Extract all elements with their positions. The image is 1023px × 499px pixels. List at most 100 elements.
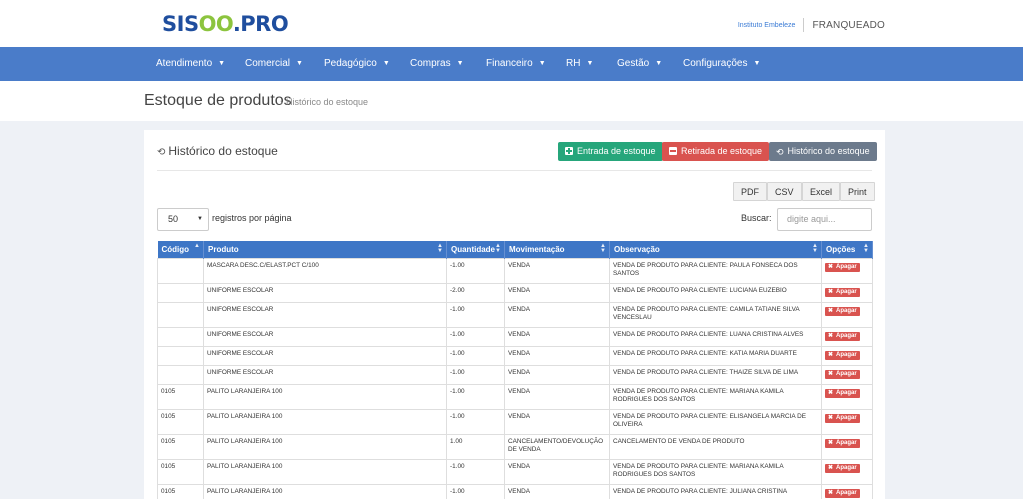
cell-movimentacao: VENDA: [504, 326, 610, 347]
history-icon: ⟲: [157, 147, 166, 158]
nav-item-configuracoes[interactable]: Configurações ▼: [683, 47, 760, 81]
sort-icon: ▲ ▼: [437, 243, 443, 254]
cell-movimentacao: VENDA: [504, 483, 610, 499]
table-row: UNIFORME ESCOLAR -2.00 VENDA VENDA DE PR…: [157, 282, 873, 303]
cell-movimentacao: VENDA: [504, 364, 610, 385]
export-excel-button[interactable]: Excel: [802, 182, 841, 201]
export-pdf-button[interactable]: PDF: [733, 182, 767, 201]
cell-movimentacao: VENDA: [504, 282, 610, 303]
delete-button[interactable]: ✖ Apagar: [825, 488, 860, 498]
cell-opcoes: ✖ Apagar: [821, 257, 873, 284]
table-row: 0105 PALITO LARANJEIRA 100 1.00 CANCELAM…: [157, 433, 873, 460]
table-row: UNIFORME ESCOLAR -1.00 VENDA VENDA DE PR…: [157, 326, 873, 347]
top-header: SISOO.PRO Instituto Embeleze FRANQUEADO: [0, 0, 1023, 47]
cell-movimentacao: VENDA: [504, 458, 610, 485]
cell-observacao: VENDA DE PRODUTO PARA CLIENTE: PAULA FON…: [609, 257, 822, 284]
stock-history-table: Código ▲ Produto ▲ ▼ Quantidade ▲ ▼ Movimenta…: [157, 241, 873, 499]
cell-produto: PALITO LARANJEIRA 100: [203, 383, 447, 410]
cell-observacao: VENDA DE PRODUTO PARA CLIENTE: MARIANA K…: [609, 383, 822, 410]
cell-quantidade: -1.00: [446, 326, 505, 347]
cell-observacao: CANCELAMENTO DE VENDA DE PRODUTO: [609, 433, 822, 460]
search-label: Buscar:: [741, 213, 772, 223]
nav-item-pedagogico[interactable]: Pedagógico ▼: [324, 47, 390, 81]
close-icon: ✖: [828, 439, 834, 446]
sort-icon: ▲: [194, 243, 200, 249]
stock-withdrawal-button[interactable]: Retirada de estoque: [662, 142, 770, 161]
nav-item-comercial[interactable]: Comercial ▼: [245, 47, 303, 81]
delete-button[interactable]: ✖ Apagar: [825, 438, 860, 448]
cell-produto: UNIFORME ESCOLAR: [203, 345, 447, 366]
history-panel: ⟲ Histórico do estoque Entrada de estoque…: [144, 130, 885, 499]
cell-codigo: [157, 257, 204, 284]
sort-icon: ▲ ▼: [863, 243, 869, 254]
table-row: 0105 PALITO LARANJEIRA 100 -1.00 VENDA V…: [157, 383, 873, 410]
cell-movimentacao: CANCELAMENTO/DEVOLUÇÃO DE VENDA: [504, 433, 610, 460]
cell-produto: PALITO LARANJEIRA 100: [203, 483, 447, 499]
cell-produto: UNIFORME ESCOLAR: [203, 326, 447, 347]
column-header-codigo[interactable]: Código ▲: [157, 241, 204, 258]
page-header: Estoque de produtos › Histórico do estoqu…: [0, 81, 1023, 121]
cell-observacao: VENDA DE PRODUTO PARA CLIENTE: CAMILA TA…: [609, 301, 822, 328]
cell-observacao: VENDA DE PRODUTO PARA CLIENTE: MARIANA K…: [609, 458, 822, 485]
delete-button[interactable]: ✖ Apagar: [825, 463, 860, 473]
cell-quantidade: 1.00: [446, 433, 505, 460]
cell-quantidade: -1.00: [446, 483, 505, 499]
column-header-opcoes[interactable]: Opções ▲ ▼: [821, 241, 873, 258]
column-header-quantidade[interactable]: Quantidade ▲ ▼: [446, 241, 505, 258]
cell-observacao: VENDA DE PRODUTO PARA CLIENTE: JULIANA C…: [609, 483, 822, 499]
cell-movimentacao: VENDA: [504, 408, 610, 435]
close-icon: ✖: [828, 489, 834, 496]
cell-quantidade: -2.00: [446, 282, 505, 303]
cell-opcoes: ✖ Apagar: [821, 408, 873, 435]
cell-opcoes: ✖ Apagar: [821, 345, 873, 366]
delete-button[interactable]: ✖ Apagar: [825, 306, 860, 316]
cell-observacao: VENDA DE PRODUTO PARA CLIENTE: LUANA CRI…: [609, 326, 822, 347]
close-icon: ✖: [828, 332, 834, 339]
search-input[interactable]: digite aqui...: [777, 208, 872, 231]
institute-link[interactable]: Instituto Embeleze: [738, 22, 796, 29]
cell-opcoes: ✖ Apagar: [821, 326, 873, 347]
delete-button[interactable]: ✖ Apagar: [825, 388, 860, 398]
cell-observacao: VENDA DE PRODUTO PARA CLIENTE: ELISANGEL…: [609, 408, 822, 435]
stock-history-button[interactable]: ⟲ Histórico do estoque: [769, 142, 877, 161]
cell-codigo: [157, 282, 204, 303]
chevron-down-icon: ▼: [382, 60, 390, 67]
page-size-select[interactable]: 50 ▼: [157, 208, 209, 231]
close-icon: ✖: [828, 263, 834, 270]
cell-quantidade: -1.00: [446, 257, 505, 284]
role-label[interactable]: FRANQUEADO: [812, 20, 885, 31]
delete-button[interactable]: ✖ Apagar: [825, 262, 860, 272]
column-header-movimentacao[interactable]: Movimentação ▲ ▼: [504, 241, 610, 258]
delete-button[interactable]: ✖ Apagar: [825, 369, 860, 379]
table-row: UNIFORME ESCOLAR -1.00 VENDA VENDA DE PR…: [157, 301, 873, 328]
main-nav: Atendimento ▼ Comercial ▼ Pedagógico ▼ Comp…: [0, 47, 1023, 81]
delete-button[interactable]: ✖ Apagar: [825, 287, 860, 297]
cell-observacao: VENDA DE PRODUTO PARA CLIENTE: KATIA MAR…: [609, 345, 822, 366]
column-header-produto[interactable]: Produto ▲ ▼: [203, 241, 447, 258]
export-csv-button[interactable]: CSV: [767, 182, 802, 201]
nav-item-gestao[interactable]: Gestão ▼: [617, 47, 662, 81]
cell-opcoes: ✖ Apagar: [821, 458, 873, 485]
cell-quantidade: -1.00: [446, 458, 505, 485]
nav-item-compras[interactable]: Compras ▼: [410, 47, 464, 81]
panel-title: ⟲ Histórico do estoque: [157, 144, 278, 158]
nav-item-atendimento[interactable]: Atendimento ▼: [156, 47, 225, 81]
cell-opcoes: ✖ Apagar: [821, 282, 873, 303]
delete-button[interactable]: ✖ Apagar: [825, 350, 860, 360]
app-logo[interactable]: SISOO.PRO: [162, 12, 289, 36]
delete-button[interactable]: ✖ Apagar: [825, 413, 860, 423]
stock-entry-button[interactable]: Entrada de estoque: [558, 142, 663, 161]
cell-movimentacao: VENDA: [504, 301, 610, 328]
panel-divider: [157, 170, 872, 171]
cell-opcoes: ✖ Apagar: [821, 433, 873, 460]
nav-item-rh[interactable]: RH ▼: [566, 47, 593, 81]
column-header-observacao[interactable]: Observação ▲ ▼: [609, 241, 822, 258]
cell-codigo: 0105: [157, 408, 204, 435]
print-button[interactable]: Print: [840, 182, 875, 201]
chevron-down-icon: ▼: [538, 60, 546, 67]
chevron-down-icon: ▼: [456, 60, 464, 67]
nav-item-financeiro[interactable]: Financeiro ▼: [486, 47, 546, 81]
sort-icon: ▲ ▼: [812, 243, 818, 254]
cell-quantidade: -1.00: [446, 345, 505, 366]
delete-button[interactable]: ✖ Apagar: [825, 331, 860, 341]
